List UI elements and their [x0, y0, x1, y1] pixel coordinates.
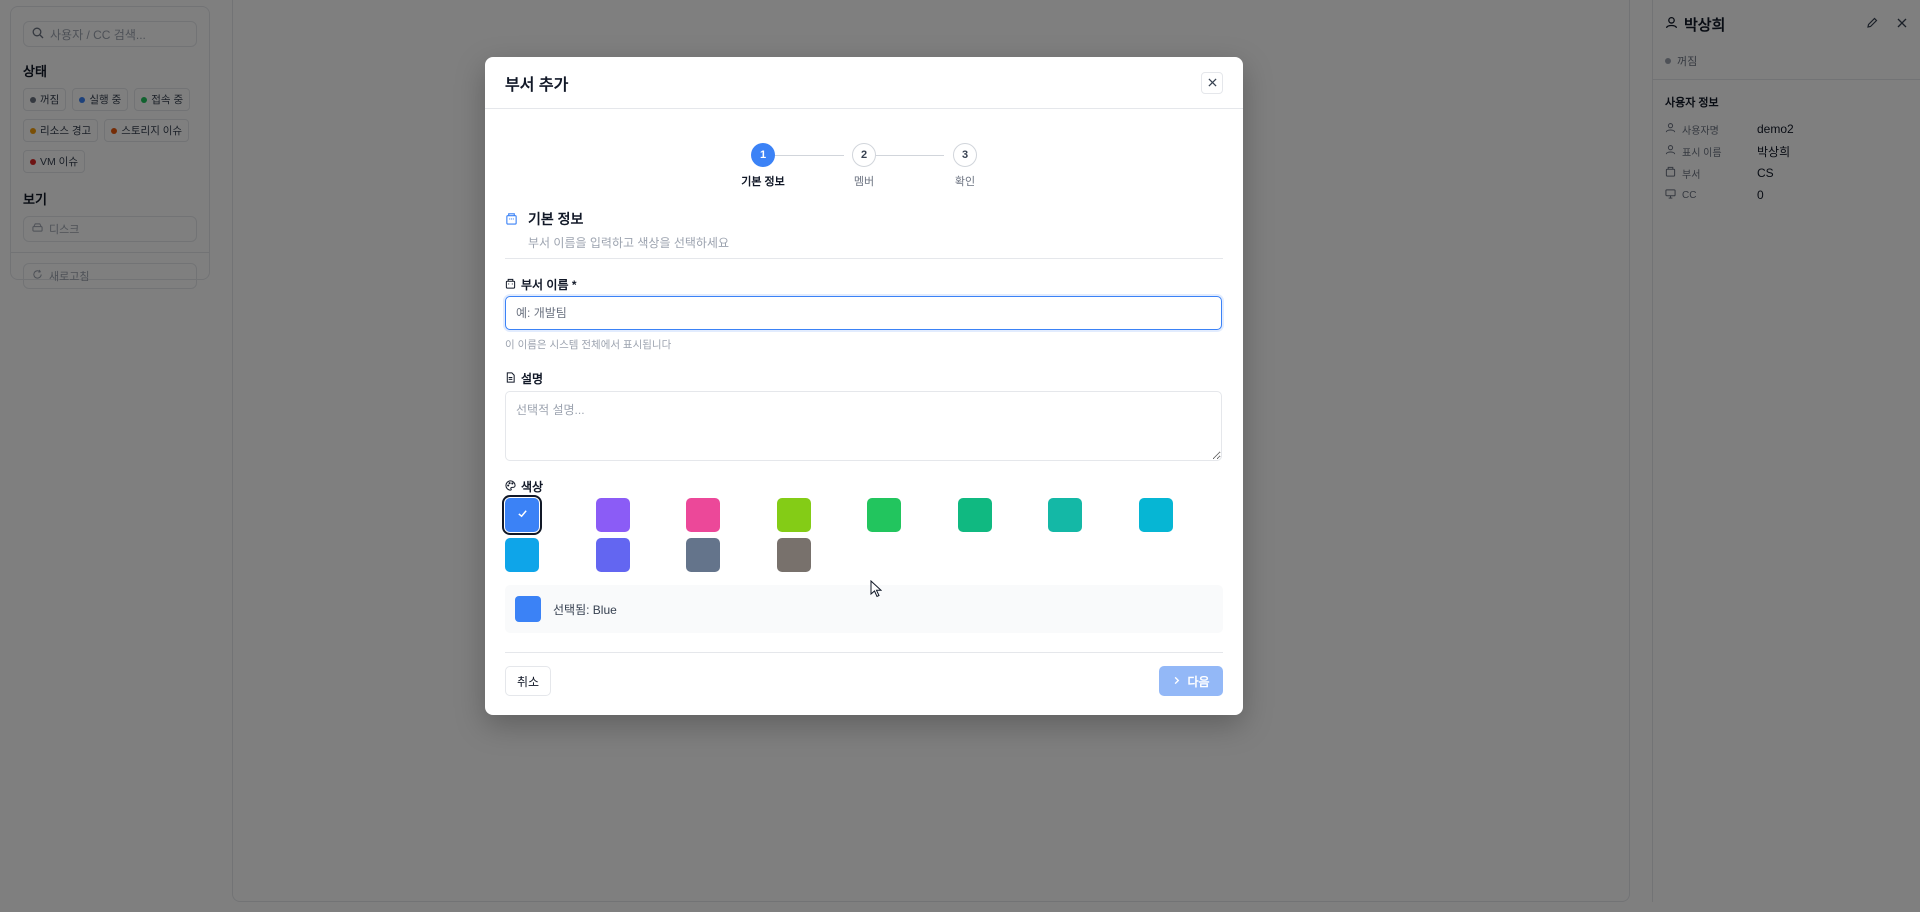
- color-label: 색상: [505, 478, 543, 495]
- selected-color-preview: 선택됨: Blue: [505, 585, 1223, 633]
- description-textarea[interactable]: [505, 391, 1222, 461]
- color-swatch[interactable]: [777, 498, 811, 532]
- description-label: 설명: [505, 370, 543, 387]
- department-name-label: 부서 이름 *: [505, 276, 577, 293]
- color-swatch[interactable]: [867, 498, 901, 532]
- step-label: 기본 정보: [741, 176, 785, 188]
- section-title: 기본 정보: [528, 211, 584, 227]
- building-icon: [505, 209, 518, 258]
- department-name-hint: 이 이름은 시스템 전체에서 표시됩니다: [505, 339, 672, 351]
- modal-header: 부서 추가: [485, 57, 1243, 109]
- color-swatch[interactable]: [777, 538, 811, 572]
- color-swatch[interactable]: [686, 498, 720, 532]
- color-label-text: 색상: [521, 480, 544, 494]
- step-1: 1 기본 정보: [723, 143, 803, 189]
- step-number-circle: 2: [852, 143, 876, 167]
- selected-color-text: 선택됨: Blue: [553, 602, 617, 617]
- color-swatch[interactable]: [1139, 498, 1173, 532]
- step-2: 2 멤버: [824, 143, 904, 189]
- add-department-modal: 부서 추가 1 기본 정보 2 멤버 3 확인 기본 정보 부서 이름을 입력하고 색상을…: [485, 57, 1243, 715]
- chevron-right-icon: [1172, 674, 1181, 688]
- step-number-circle: 3: [953, 143, 977, 167]
- palette-icon: [505, 479, 516, 494]
- color-swatch[interactable]: [686, 538, 720, 572]
- department-name-input[interactable]: [505, 296, 1222, 330]
- color-swatch[interactable]: [596, 538, 630, 572]
- color-swatch[interactable]: [502, 495, 542, 535]
- step-label: 멤버: [853, 176, 875, 188]
- footer-divider: [505, 652, 1223, 653]
- close-icon: [1207, 74, 1217, 92]
- building-icon: [505, 278, 516, 292]
- color-swatch[interactable]: [596, 498, 630, 532]
- selected-color-swatch: [515, 596, 541, 622]
- description-label-text: 설명: [521, 372, 544, 386]
- next-button-label: 다음: [1187, 674, 1210, 689]
- modal-title: 부서 추가: [505, 76, 569, 94]
- mouse-cursor-icon: [870, 580, 882, 598]
- section-subtitle: 부서 이름을 입력하고 색상을 선택하세요: [528, 236, 730, 250]
- color-swatch[interactable]: [958, 498, 992, 532]
- cancel-button[interactable]: 취소: [505, 666, 552, 696]
- color-swatch[interactable]: [1048, 498, 1082, 532]
- modal-close-button[interactable]: [1201, 71, 1223, 94]
- color-swatch[interactable]: [505, 538, 539, 572]
- step-label: 확인: [954, 176, 976, 188]
- next-button[interactable]: 다음: [1159, 666, 1223, 696]
- step-3: 3 확인: [925, 143, 1005, 189]
- department-name-label-text: 부서 이름 *: [521, 278, 577, 292]
- step-number-circle: 1: [751, 143, 775, 167]
- basic-info-section: 기본 정보 부서 이름을 입력하고 색상을 선택하세요: [505, 209, 1223, 259]
- check-icon: [517, 506, 528, 524]
- step-indicator: 1 기본 정보 2 멤버 3 확인: [485, 143, 1243, 203]
- document-icon: [505, 371, 516, 386]
